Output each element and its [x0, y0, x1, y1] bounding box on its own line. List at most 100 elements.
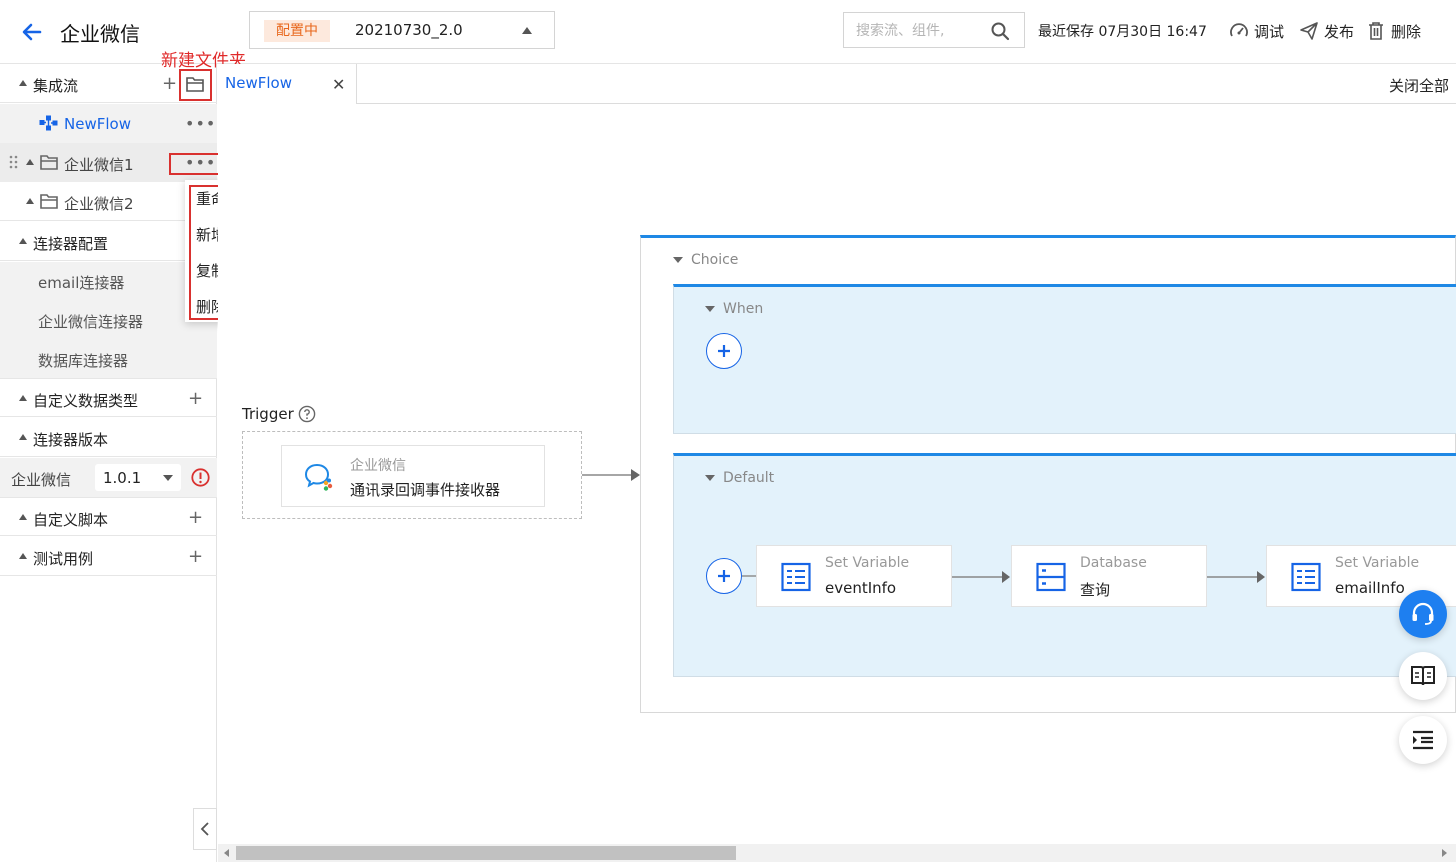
connector-arrow [1207, 571, 1265, 583]
trigger-label: Trigger [242, 405, 294, 423]
choice-header[interactable]: Choice [673, 252, 738, 268]
folder-label: 企业微信2 [64, 195, 134, 213]
caret-up-icon [26, 198, 34, 204]
node-name: 查询 [1080, 581, 1111, 599]
caret-down-icon [705, 475, 715, 481]
horizontal-scrollbar[interactable] [218, 844, 1456, 862]
paper-plane-icon [1299, 21, 1319, 41]
search-icon[interactable] [990, 21, 1010, 41]
more-icon[interactable]: ••• [185, 116, 216, 132]
caret-up-icon [19, 434, 27, 440]
trigger-header: Trigger [242, 405, 316, 423]
headset-icon [1410, 601, 1436, 627]
customer-service-button[interactable] [1399, 590, 1447, 638]
flow-icon [39, 115, 58, 132]
trigger-node[interactable]: 企业微信 通讯录回调事件接收器 [281, 445, 545, 507]
sidebar-item-newflow[interactable]: NewFlow ••• [0, 104, 217, 143]
indent-list-icon [1411, 729, 1435, 751]
section-label: 自定义数据类型 [33, 392, 139, 410]
warning-icon[interactable] [191, 468, 210, 487]
search-input[interactable] [856, 20, 986, 42]
caret-up-icon [19, 395, 27, 401]
wecom-chat-icon [304, 462, 334, 492]
delete-label: 删除 [1391, 22, 1422, 41]
publish-label: 发布 [1324, 22, 1355, 41]
connector-item[interactable]: 数据库连接器 [38, 350, 128, 371]
sidebar-section-test-cases[interactable]: 测试用例 + [0, 537, 217, 576]
plus-icon [718, 570, 730, 582]
scroll-left-icon[interactable] [224, 849, 229, 857]
folder-icon [40, 155, 58, 170]
when-label: When [723, 301, 764, 317]
add-step-button[interactable] [706, 558, 742, 594]
page-title: 企业微信 [60, 22, 140, 46]
delete-button[interactable]: 删除 [1366, 19, 1421, 43]
search-box [843, 12, 1025, 48]
caret-up-icon [522, 27, 532, 34]
publish-button[interactable]: 发布 [1299, 19, 1354, 43]
tab-newflow[interactable]: NewFlow ✕ [218, 64, 357, 104]
default-label: Default [723, 470, 775, 486]
trigger-category: 企业微信 [350, 458, 406, 474]
close-icon[interactable]: ✕ [332, 75, 345, 94]
debug-button[interactable]: 调试 [1229, 19, 1284, 43]
gauge-icon [1229, 21, 1249, 41]
add-icon[interactable]: + [188, 390, 203, 408]
section-label: 连接器配置 [33, 235, 109, 253]
connector-item[interactable]: 企业微信连接器 [38, 311, 143, 332]
scroll-right-icon[interactable] [1442, 849, 1447, 857]
node-database-query[interactable]: Database 查询 [1011, 545, 1207, 607]
add-flow-icon[interactable]: + [162, 75, 177, 93]
version-status-badge: 配置中 [264, 20, 330, 42]
tab-label: NewFlow [225, 74, 292, 92]
default-branch[interactable]: Default Set Variable eventInfo Database … [673, 453, 1456, 677]
sidebar-section-custom-scripts[interactable]: 自定义脚本 + [0, 497, 217, 536]
node-name: eventInfo [825, 579, 897, 597]
docs-button[interactable] [1399, 652, 1447, 700]
default-header[interactable]: Default [705, 470, 774, 486]
version-row: 企业微信 1.0.1 [0, 458, 217, 497]
sidebar-section-connector-version[interactable]: 连接器版本 [0, 418, 217, 457]
drag-handle-icon[interactable] [9, 155, 19, 171]
caret-down-icon [673, 257, 683, 263]
when-branch[interactable]: When [673, 284, 1456, 434]
back-arrow-icon[interactable] [20, 20, 44, 44]
section-label: 自定义脚本 [33, 511, 109, 529]
connector-line [742, 575, 756, 577]
caret-up-icon [19, 238, 27, 244]
caret-up-icon [19, 553, 27, 559]
choice-label: Choice [691, 252, 739, 268]
help-icon[interactable] [298, 405, 316, 423]
folder-icon [40, 194, 58, 209]
database-icon [1036, 562, 1066, 592]
trigger-name: 通讯录回调事件接收器 [350, 481, 501, 499]
version-number: 1.0.1 [103, 469, 142, 487]
add-icon[interactable]: + [188, 509, 203, 527]
node-set-variable-eventinfo[interactable]: Set Variable eventInfo [756, 545, 952, 607]
collapse-sidebar-button[interactable] [193, 808, 217, 850]
set-variable-icon [781, 562, 811, 592]
trigger-dropzone: 企业微信 通讯录回调事件接收器 [242, 431, 582, 519]
close-all-tabs-button[interactable]: 关闭全部 [1389, 75, 1449, 96]
version-select-small[interactable]: 1.0.1 [95, 464, 181, 491]
when-header[interactable]: When [705, 301, 763, 317]
connector-arrow [582, 469, 640, 481]
choice-block[interactable]: Choice When Default Set Variable eventIn… [640, 235, 1456, 713]
connector-item[interactable]: email连接器 [38, 272, 124, 293]
last-saved-text: 最近保存 07月30日 16:47 [1038, 24, 1207, 40]
add-icon[interactable]: + [188, 548, 203, 566]
section-label: 测试用例 [33, 550, 94, 568]
sidebar-section-custom-types[interactable]: 自定义数据类型 + [0, 378, 217, 417]
more-highlight [169, 153, 220, 175]
section-label: 连接器版本 [33, 431, 109, 449]
version-select[interactable]: 配置中 20210730_2.0 [249, 11, 555, 49]
flow-label: NewFlow [64, 115, 131, 133]
section-label: 集成流 [33, 77, 79, 95]
chevron-left-icon [200, 822, 210, 836]
outline-button[interactable] [1399, 716, 1447, 764]
caret-up-icon [26, 159, 34, 165]
node-category: Database [1080, 555, 1147, 571]
scrollbar-thumb[interactable] [236, 846, 736, 860]
new-folder-highlight [179, 69, 212, 101]
add-step-button[interactable] [706, 333, 742, 369]
